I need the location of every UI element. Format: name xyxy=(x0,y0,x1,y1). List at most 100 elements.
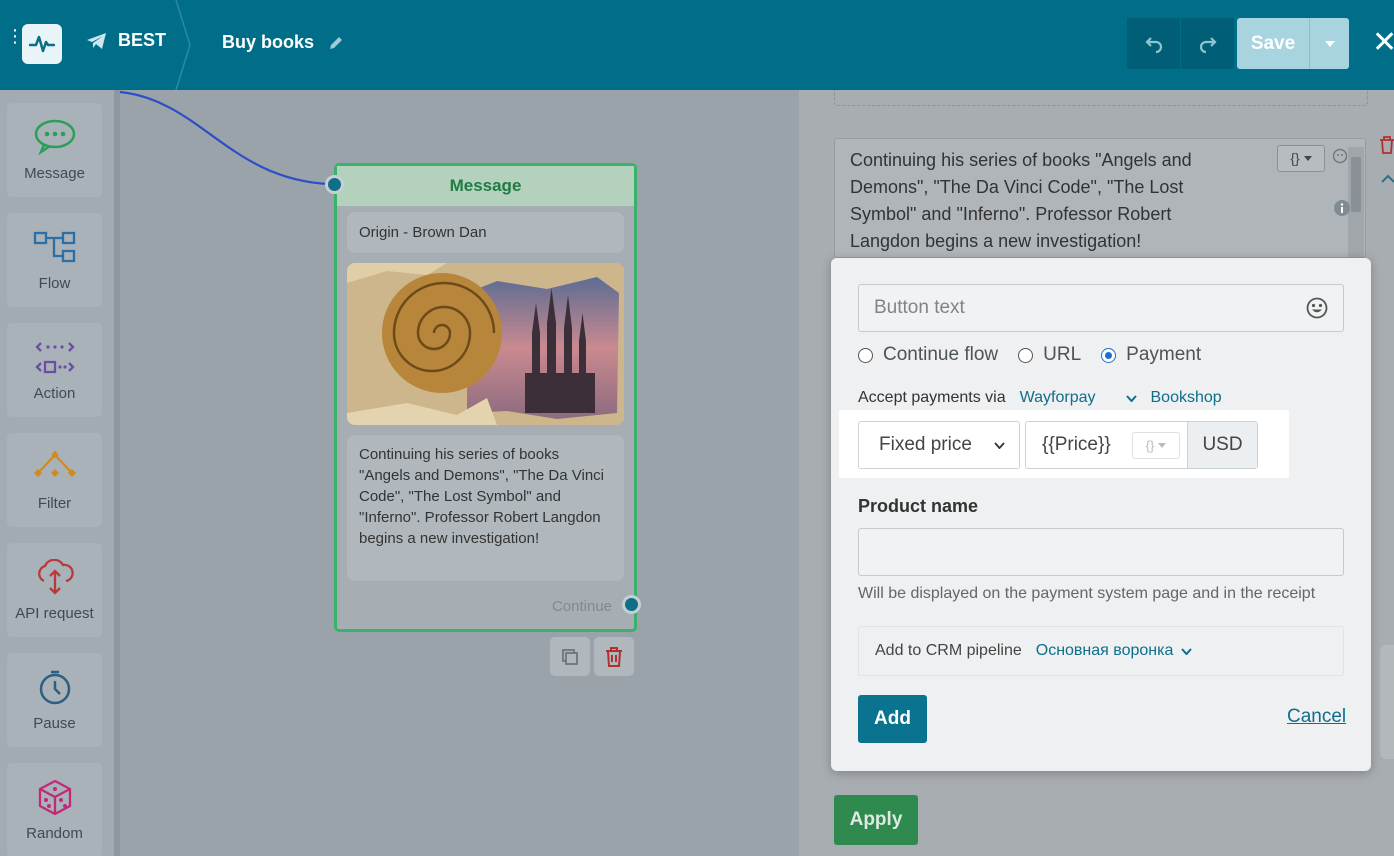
palette-item-label: Filter xyxy=(37,495,72,512)
radio-label: Continue flow xyxy=(883,344,999,365)
history-buttons xyxy=(1127,18,1234,69)
palette-item-api-request[interactable]: API request xyxy=(7,543,102,637)
node-toolbar xyxy=(550,637,634,676)
crm-pipeline-label: Add to CRM pipeline xyxy=(875,642,1022,659)
node-output-port[interactable] xyxy=(622,595,641,614)
telegram-icon xyxy=(87,32,106,49)
palette-item-message[interactable]: Message xyxy=(7,103,102,197)
palette-item-filter[interactable]: Filter xyxy=(7,433,102,527)
palette-item-label: Action xyxy=(33,385,76,402)
palette-item-label: Message xyxy=(24,165,85,182)
breadcrumb-separator xyxy=(175,0,191,90)
undo-button[interactable] xyxy=(1127,18,1180,69)
offscreen-panel-edge xyxy=(1380,645,1394,759)
palette-item-label: Pause xyxy=(33,715,76,732)
pause-icon xyxy=(39,670,70,705)
palette-item-pause[interactable]: Pause xyxy=(7,653,102,747)
textarea-scrollbar[interactable] xyxy=(1348,147,1364,257)
accept-payments-label: Accept payments via xyxy=(858,389,1006,406)
undo-icon xyxy=(1144,36,1162,53)
trash-icon xyxy=(606,646,622,667)
crm-pipeline-select[interactable]: Основная воронка xyxy=(1036,642,1193,660)
radio-circle-checked[interactable] xyxy=(1101,347,1117,363)
provider-name: Wayforpay xyxy=(1019,389,1096,406)
bot-selector[interactable]: BEST xyxy=(86,30,166,51)
node-title: Message xyxy=(337,166,634,206)
palette-item-flow[interactable]: Flow xyxy=(7,213,102,307)
bot-name: BEST xyxy=(118,30,167,50)
info-icon[interactable] xyxy=(1334,200,1350,216)
close-button[interactable]: ✕ xyxy=(1372,28,1394,58)
caret-down-icon xyxy=(1158,442,1167,448)
flow-icon xyxy=(33,231,75,263)
palette-item-label: API request xyxy=(15,605,94,622)
delete-node-button[interactable] xyxy=(594,637,634,676)
emoji-icon[interactable] xyxy=(1333,148,1347,168)
save-button[interactable]: Save xyxy=(1237,18,1349,69)
cancel-link[interactable]: Cancel xyxy=(1287,706,1346,728)
api-request-icon xyxy=(37,559,74,595)
copy-icon xyxy=(562,648,578,665)
save-label[interactable]: Save xyxy=(1237,18,1310,69)
currency-label: USD xyxy=(1187,422,1257,468)
redo-icon xyxy=(1199,36,1217,53)
emoji-icon[interactable] xyxy=(1306,297,1328,319)
palette-item-action[interactable]: Action xyxy=(7,323,102,417)
variable-glyph: {} xyxy=(1290,150,1300,166)
flow-name: Buy books xyxy=(222,32,315,52)
save-dropdown-button[interactable] xyxy=(1310,18,1349,69)
button-action-radio-group: Continue flow URL Payment xyxy=(858,344,1201,366)
provider-select[interactable]: Wayforpay xyxy=(1020,389,1137,407)
random-icon xyxy=(38,779,71,815)
radio-circle[interactable] xyxy=(1018,347,1034,363)
chevron-down-icon xyxy=(1125,394,1137,402)
pulse-icon xyxy=(29,35,55,53)
continue-label: Continue xyxy=(551,598,612,615)
redo-button[interactable] xyxy=(1181,18,1234,69)
radio-continue-flow[interactable]: Continue flow xyxy=(858,344,998,366)
drop-zone[interactable] xyxy=(834,90,1368,106)
shop-select[interactable]: Bookshop xyxy=(1151,389,1222,407)
action-icon xyxy=(34,342,75,374)
price-type-select[interactable]: Fixed price xyxy=(858,421,1020,469)
scroll-thumb[interactable] xyxy=(1351,157,1361,212)
button-text-input[interactable]: Button text xyxy=(858,284,1344,332)
apply-button[interactable]: Apply xyxy=(834,795,918,845)
message-icon xyxy=(34,119,75,155)
pencil-icon[interactable] xyxy=(328,35,344,51)
product-name-help: Will be displayed on the payment system … xyxy=(858,585,1316,602)
price-input[interactable]: {{Price}} {} USD xyxy=(1025,421,1258,469)
palette-item-label: Flow xyxy=(38,275,71,292)
radio-label: Payment xyxy=(1126,344,1202,365)
collapse-up-icon[interactable] xyxy=(1381,174,1394,183)
add-button[interactable]: Add xyxy=(858,695,927,743)
message-text: Continuing his series of books "Angels a… xyxy=(850,150,1192,251)
palette-item-random[interactable]: Random xyxy=(7,763,102,856)
price-variable-button[interactable]: {} xyxy=(1132,431,1180,459)
block-palette: Message Flow Action Filter API request P… xyxy=(0,90,120,856)
radio-circle[interactable] xyxy=(858,347,873,363)
caret-down-icon xyxy=(1324,40,1335,47)
duplicate-node-button[interactable] xyxy=(550,637,590,676)
insert-variable-button[interactable]: {} xyxy=(1277,145,1325,172)
app-logo[interactable] xyxy=(22,24,62,64)
variable-glyph: {} xyxy=(1145,437,1155,453)
button-editor-popup: Button text Continue flow URL Payment Ac… xyxy=(831,258,1371,771)
radio-payment[interactable]: Payment xyxy=(1101,344,1201,366)
radio-label: URL xyxy=(1043,344,1082,365)
book-cover-image xyxy=(347,263,624,425)
caret-down-icon xyxy=(1303,156,1312,161)
chevron-down-icon xyxy=(994,441,1005,449)
payment-provider-row: Accept payments via Wayforpay Bookshop xyxy=(858,389,1222,407)
menu-dots-icon[interactable]: ⋮ xyxy=(6,27,24,45)
message-node[interactable]: Message Origin - Brown Dan Continuing hi… xyxy=(334,163,637,632)
node-input-port[interactable] xyxy=(325,175,344,194)
radio-url[interactable]: URL xyxy=(1018,344,1081,366)
node-text-card: Origin - Brown Dan xyxy=(347,212,624,253)
message-textarea[interactable]: Continuing his series of books "Angels a… xyxy=(834,138,1366,258)
price-type-value: Fixed price xyxy=(879,434,972,455)
trash-icon[interactable] xyxy=(1379,136,1394,154)
flow-title[interactable]: Buy books xyxy=(222,32,344,53)
node-image xyxy=(347,263,624,425)
product-name-input[interactable] xyxy=(858,528,1344,576)
